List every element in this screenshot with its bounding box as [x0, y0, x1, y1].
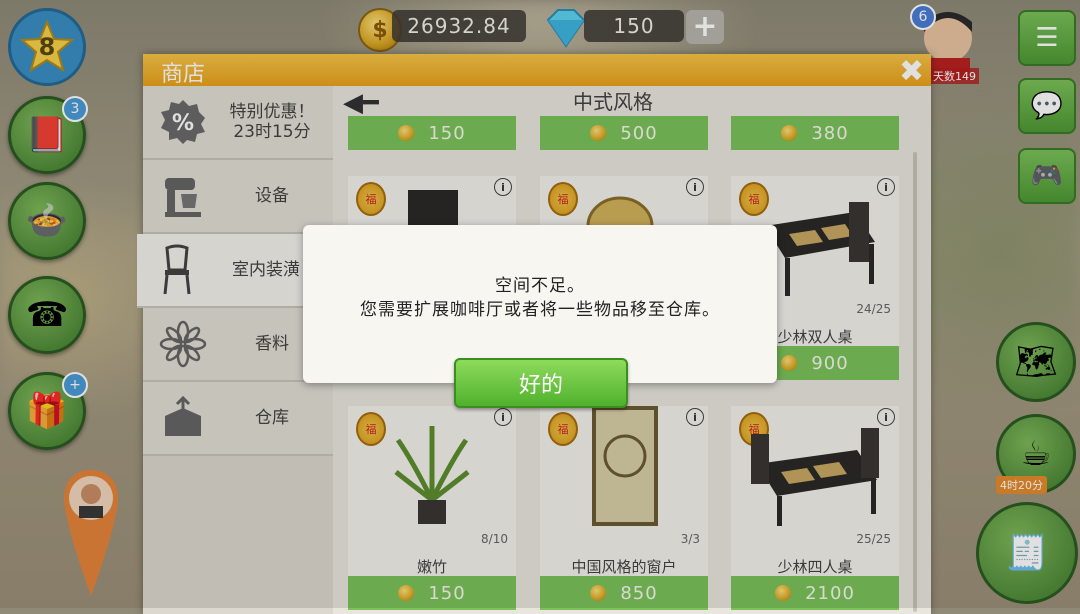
dialog-message: 您需要扩展咖啡厅或者将一些物品移至仓库。: [360, 300, 720, 320]
dialog-title: 空间不足。: [495, 276, 585, 296]
ok-button[interactable]: 好的: [454, 358, 628, 408]
